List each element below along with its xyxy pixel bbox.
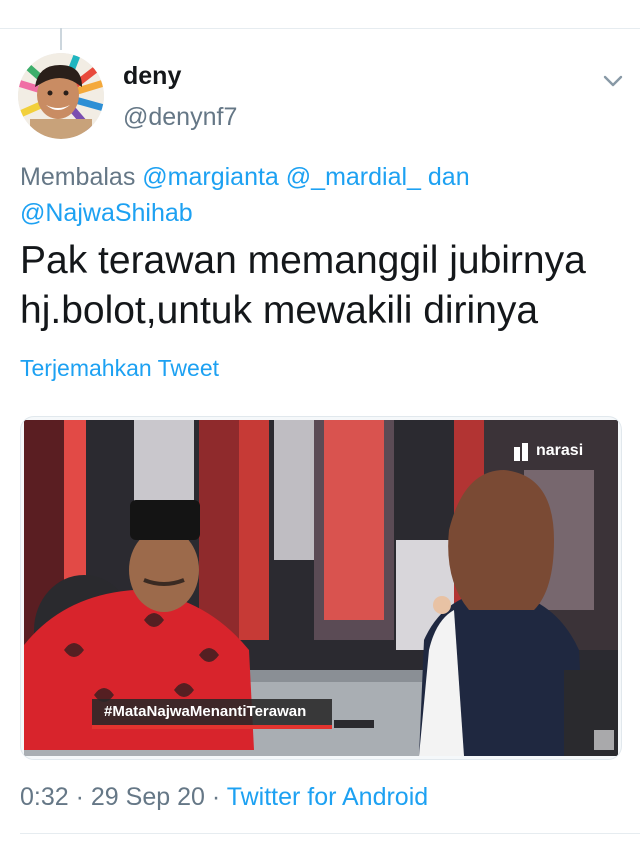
display-name[interactable]: deny	[123, 62, 181, 91]
tweet-source-link[interactable]: Twitter for Android	[227, 783, 428, 811]
tweet-meta: 0:32 · 29 Sep 20 · Twitter for Android	[20, 783, 428, 812]
tweet-text: Pak terawan memanggil jubirnya hj.bolot,…	[20, 236, 620, 336]
tweet-date[interactable]: 29 Sep 20	[91, 783, 205, 811]
hashtag-underline	[92, 725, 332, 729]
replying-to-prefix: Membalas	[20, 163, 136, 191]
replying-to: Membalas @margianta @_mardial_ dan @Najw…	[20, 159, 580, 231]
tweet-image[interactable]: narasi #MataNajwaMenantiTerawan	[24, 420, 618, 756]
tweet-time[interactable]: 0:32	[20, 783, 69, 811]
tweet-text-line: Pak terawan memanggil jubirnya	[20, 239, 586, 282]
meta-separator: ·	[211, 783, 221, 811]
mention-link[interactable]: @margianta	[142, 163, 279, 191]
mention-link[interactable]: @_mardial_	[286, 163, 421, 191]
media-card[interactable]: narasi #MataNajwaMenantiTerawan	[20, 416, 622, 760]
bottom-divider	[20, 833, 640, 834]
translate-tweet-link[interactable]: Terjemahkan Tweet	[20, 355, 219, 382]
narasi-logo-icon	[514, 443, 528, 461]
channel-brand-name: narasi	[536, 442, 584, 459]
avatar[interactable]	[18, 53, 104, 139]
hashtag-text: #MataNajwaMenantiTerawan	[104, 703, 307, 720]
meta-separator: ·	[75, 783, 84, 811]
hashtag-banner: #MataNajwaMenantiTerawan	[92, 699, 332, 725]
mention-link[interactable]: @NajwaShihab	[20, 199, 193, 227]
top-divider	[0, 28, 640, 29]
tweet-text-line: hj.bolot,untuk mewakili dirinya	[20, 289, 539, 332]
thread-connector-line	[60, 28, 62, 50]
replying-to-conjunction[interactable]: dan	[428, 163, 470, 191]
avatar-image	[18, 53, 104, 139]
chevron-down-icon[interactable]	[600, 68, 626, 94]
user-handle[interactable]: @denynf7	[123, 103, 237, 132]
